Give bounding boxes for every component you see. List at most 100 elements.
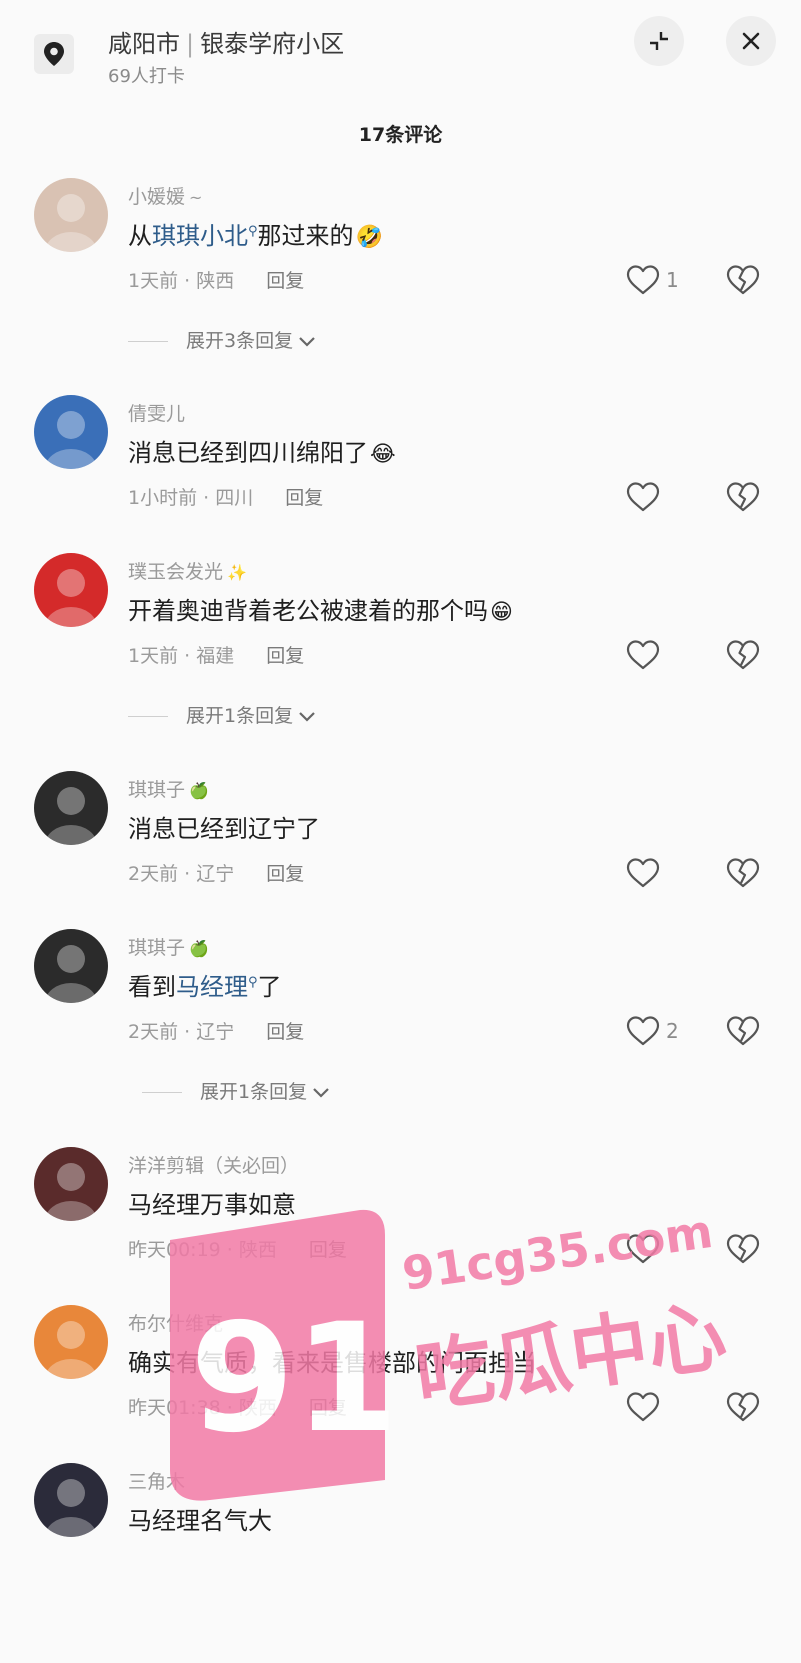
- avatar[interactable]: [34, 1147, 108, 1221]
- mention-link[interactable]: 马经理⚲: [176, 973, 258, 1001]
- location-title[interactable]: 咸阳市 | 银泰学府小区: [108, 24, 344, 59]
- comment-text: 消息已经到辽宁了: [128, 815, 320, 843]
- divider-line: [142, 1092, 182, 1093]
- close-button[interactable]: [726, 16, 776, 66]
- location-pin-button[interactable]: [34, 34, 74, 74]
- comment-text: 开着奥迪背着老公被逮着的那个吗😁: [128, 597, 513, 625]
- expand-replies-button[interactable]: 展开1条回复: [128, 701, 317, 728]
- comment-time: 1天前: [128, 645, 179, 667]
- reply-button[interactable]: 回复: [266, 645, 304, 667]
- close-icon: [742, 32, 760, 50]
- broken-heart-icon: [726, 265, 760, 295]
- user-badge: 🍏: [189, 781, 209, 800]
- like-button[interactable]: [626, 481, 686, 515]
- dislike-button[interactable]: [726, 857, 760, 893]
- emoji: 😁: [490, 600, 513, 625]
- like-button[interactable]: 2: [626, 1015, 686, 1049]
- comment-meta: 2天前 · 辽宁 回复: [128, 859, 304, 886]
- comment-region: 辽宁: [196, 863, 235, 885]
- comment-time: 1天前: [128, 270, 179, 292]
- divider-line: [128, 341, 168, 342]
- meta-separator: ·: [178, 270, 197, 292]
- chevron-down-icon: [299, 711, 315, 722]
- reply-button[interactable]: 回复: [266, 863, 304, 885]
- checkin-count: 69人打卡: [108, 66, 185, 87]
- comment-region: 福建: [196, 645, 235, 667]
- avatar[interactable]: [34, 553, 108, 627]
- comment-text: 看到马经理⚲了: [128, 973, 282, 1001]
- comment-time: 2天前: [128, 863, 179, 885]
- comment-item: 琪琪子 🍏 看到马经理⚲了 2天前 · 辽宁 回复 2 展开1条回复: [0, 929, 801, 1129]
- like-button[interactable]: [626, 639, 686, 673]
- place-name: 银泰学府小区: [200, 30, 345, 58]
- username[interactable]: 璞玉会发光 ✨: [128, 557, 247, 584]
- comment-meta: 1天前 · 陕西 回复: [128, 266, 304, 293]
- dislike-button[interactable]: [726, 1015, 760, 1051]
- divider-line: [128, 716, 168, 717]
- search-icon: ⚲: [248, 975, 258, 990]
- dislike-button[interactable]: [726, 264, 760, 300]
- comment-region: 辽宁: [196, 1021, 235, 1043]
- chevron-down-icon: [299, 336, 315, 347]
- heart-icon: [626, 858, 660, 888]
- avatar[interactable]: [34, 771, 108, 845]
- watermark-logo: 91 91cg35.com 吃瓜中心: [170, 1204, 732, 1501]
- username[interactable]: 琪琪子 🍏: [128, 933, 209, 960]
- username[interactable]: 倩雯儿: [128, 399, 185, 426]
- avatar[interactable]: [34, 929, 108, 1003]
- username[interactable]: 洋洋剪辑（关必回）: [128, 1151, 299, 1178]
- reply-button[interactable]: 回复: [266, 1021, 304, 1043]
- dislike-button[interactable]: [726, 481, 760, 517]
- watermark-name: 吃瓜中心: [410, 1291, 732, 1424]
- collapse-icon: [650, 32, 668, 50]
- avatar[interactable]: [34, 1463, 108, 1537]
- comment-text: 消息已经到四川绵阳了😂: [128, 439, 396, 467]
- like-button[interactable]: 1: [626, 264, 686, 298]
- broken-heart-icon: [726, 858, 760, 888]
- comment-item: 璞玉会发光 ✨ 开着奥迪背着老公被逮着的那个吗😁 1天前 · 福建 回复展开1条回复: [0, 553, 801, 753]
- heart-icon: [626, 482, 660, 512]
- like-button[interactable]: [626, 857, 686, 891]
- expand-replies-button[interactable]: 展开1条回复: [142, 1077, 331, 1104]
- location-header: 咸阳市 | 银泰学府小区 69人打卡: [0, 0, 801, 100]
- broken-heart-icon: [726, 640, 760, 670]
- mention-link[interactable]: 琪琪小北⚲: [152, 222, 258, 250]
- comment-time: 1小时前: [128, 487, 198, 509]
- expand-replies-button[interactable]: 展开3条回复: [128, 326, 317, 353]
- watermark-site: 91cg35.com: [399, 1204, 716, 1301]
- comment-item: 小媛媛 ~ 从琪琪小北⚲那过来的🤣 1天前 · 陕西 回复 1 展开3条回复: [0, 178, 801, 378]
- comment-meta: 2天前 · 辽宁 回复: [128, 1017, 304, 1044]
- reply-button[interactable]: 回复: [266, 270, 304, 292]
- dislike-button[interactable]: [726, 639, 760, 675]
- location-pin-icon: [44, 42, 64, 66]
- city-name: 咸阳市: [108, 30, 180, 58]
- search-icon: ⚲: [248, 224, 258, 239]
- user-badge: 🍏: [189, 939, 209, 958]
- user-badge: ~: [189, 188, 203, 207]
- title-separator: |: [186, 30, 195, 58]
- reply-button[interactable]: 回复: [285, 487, 323, 509]
- like-count: 2: [666, 1019, 679, 1043]
- meta-separator: ·: [178, 1021, 197, 1043]
- comment-meta: 1天前 · 福建 回复: [128, 641, 304, 668]
- username[interactable]: 琪琪子 🍏: [128, 775, 209, 802]
- avatar[interactable]: [34, 178, 108, 252]
- heart-icon: [626, 265, 660, 295]
- comment-region: 陕西: [196, 270, 235, 292]
- comment-meta: 1小时前 · 四川 回复: [128, 483, 323, 510]
- emoji: 🤣: [355, 225, 383, 250]
- like-count: 1: [666, 268, 679, 292]
- avatar[interactable]: [34, 395, 108, 469]
- heart-icon: [626, 1016, 660, 1046]
- watermark-number: 91: [190, 1292, 399, 1466]
- broken-heart-icon: [726, 482, 760, 512]
- comment-count: 17条评论: [358, 124, 443, 146]
- user-badge: ✨: [227, 563, 247, 582]
- comment-region: 四川: [215, 487, 254, 509]
- meta-separator: ·: [197, 487, 216, 509]
- username[interactable]: 小媛媛 ~: [128, 182, 202, 209]
- collapse-button[interactable]: [634, 16, 684, 66]
- avatar[interactable]: [34, 1305, 108, 1379]
- meta-separator: ·: [178, 645, 197, 667]
- broken-heart-icon: [726, 1016, 760, 1046]
